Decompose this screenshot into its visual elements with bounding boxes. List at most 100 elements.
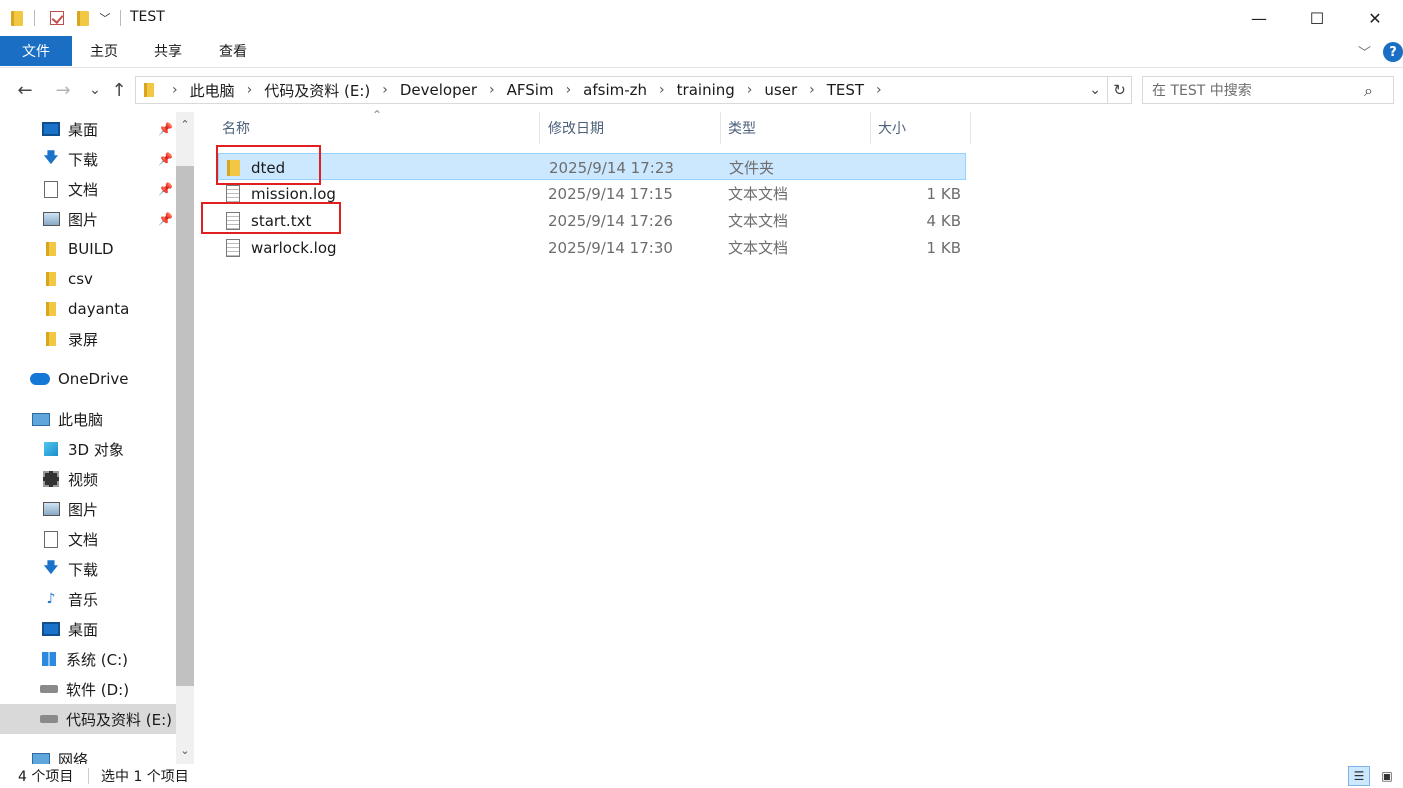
address-bar[interactable]: › 此电脑 › 代码及资料 (E:) › Developer › AFSim ›… — [135, 76, 1108, 104]
properties-icon[interactable] — [50, 9, 64, 27]
music-icon: ♪ — [46, 591, 56, 607]
sidebar-item-label: 录屏 — [68, 330, 99, 349]
divider — [88, 768, 89, 784]
sidebar-item-downloads[interactable]: 🡇 下载 📌 — [0, 144, 176, 174]
tab-view[interactable]: 查看 — [206, 36, 260, 66]
sidebar-item-3d-objects[interactable]: 3D 对象 — [0, 434, 176, 464]
refresh-button[interactable]: ↻ — [1108, 76, 1132, 104]
breadcrumb-separator[interactable]: › — [809, 82, 815, 98]
minimize-button[interactable]: — — [1230, 0, 1288, 36]
selection-count: 选中 1 个项目 — [101, 769, 189, 785]
breadcrumb-drive-e[interactable]: 代码及资料 (E:) — [264, 80, 370, 101]
breadcrumb-separator[interactable]: › — [489, 82, 495, 98]
sidebar-item-this-pc[interactable]: 此电脑 — [0, 404, 176, 434]
sidebar-item-label: 音乐 — [68, 590, 99, 609]
folder-icon — [42, 300, 60, 318]
file-row-warlock-log[interactable]: warlock.log 2025/9/14 17:30 文本文档 1 KB — [218, 234, 966, 261]
file-type: 文本文档 — [728, 239, 789, 257]
column-header-date[interactable]: 修改日期 — [540, 112, 720, 144]
sidebar-item-documents-pc[interactable]: 文档 — [0, 524, 176, 554]
folder-icon — [144, 83, 154, 97]
address-row: ← → ⌄ ↑ › 此电脑 › 代码及资料 (E:) › Developer ›… — [0, 70, 1403, 110]
network-icon — [32, 750, 50, 764]
maximize-button[interactable]: ☐ — [1288, 0, 1346, 36]
pin-icon[interactable]: 📌 — [158, 212, 173, 226]
sidebar-item-downloads-pc[interactable]: 🡇 下载 — [0, 554, 176, 584]
search-input[interactable]: 在 TEST 中搜索 — [1142, 76, 1394, 104]
sidebar-item-drive-c[interactable]: 系统 (C:) — [0, 644, 176, 674]
pin-icon[interactable]: 📌 — [158, 152, 173, 166]
details-view-button[interactable]: ☰ — [1348, 766, 1370, 786]
breadcrumb-separator[interactable]: › — [876, 82, 882, 98]
breadcrumb-separator[interactable]: › — [747, 82, 753, 98]
sidebar-item-network[interactable]: 网络 — [0, 744, 176, 764]
sidebar-item-desktop[interactable]: 桌面 📌 — [0, 114, 176, 144]
window-title: TEST — [130, 9, 165, 25]
tab-file[interactable]: 文件 — [0, 36, 72, 66]
navigation-pane[interactable]: 桌面 📌 🡇 下载 📌 文档 📌 图片 📌 BUILD csv dayanta … — [0, 112, 196, 764]
sidebar-item-dayanta[interactable]: dayanta — [0, 294, 176, 324]
breadcrumb-this-pc[interactable]: 此电脑 — [190, 80, 235, 101]
large-icons-view-button[interactable]: ▣ — [1376, 766, 1398, 786]
close-button[interactable]: ✕ — [1346, 0, 1403, 36]
drive-icon — [40, 680, 58, 698]
breadcrumb-test[interactable]: TEST — [827, 81, 864, 99]
expand-ribbon-icon[interactable]: ﹀ — [1358, 42, 1371, 61]
breadcrumb-user[interactable]: user — [764, 81, 797, 99]
up-button[interactable]: ↑ — [108, 78, 130, 102]
sidebar-item-build[interactable]: BUILD — [0, 234, 176, 264]
file-type: 文本文档 — [728, 212, 789, 230]
customize-quick-access-icon[interactable]: ﹀ — [98, 9, 112, 27]
breadcrumb-separator[interactable]: › — [659, 82, 665, 98]
pin-icon[interactable]: 📌 — [158, 122, 173, 136]
breadcrumb-separator[interactable]: › — [247, 82, 253, 98]
sidebar-item-desktop-pc[interactable]: 桌面 — [0, 614, 176, 644]
sidebar-item-pictures-pc[interactable]: 图片 — [0, 494, 176, 524]
breadcrumb-developer[interactable]: Developer — [400, 81, 477, 99]
scroll-down-button[interactable]: ⌄ — [176, 740, 194, 760]
tab-share[interactable]: 共享 — [142, 36, 194, 66]
forward-button[interactable]: → — [52, 78, 74, 102]
address-dropdown-icon[interactable]: ⌄ — [1089, 82, 1101, 98]
file-name: mission.log — [251, 184, 336, 203]
sidebar-item-music[interactable]: ♪ 音乐 — [0, 584, 176, 614]
sidebar-item-drive-d[interactable]: 软件 (D:) — [0, 674, 176, 704]
sidebar-item-label: 图片 — [68, 210, 99, 229]
new-folder-icon[interactable] — [76, 9, 90, 27]
sidebar-scrollbar-thumb[interactable] — [176, 166, 194, 686]
document-icon — [42, 180, 60, 198]
scroll-up-button[interactable]: ⌃ — [176, 114, 194, 134]
file-row-dted[interactable]: dted 2025/9/14 17:23 文件夹 — [218, 153, 966, 180]
desktop-icon — [42, 620, 60, 638]
pictures-icon — [42, 210, 60, 228]
sidebar-item-videos[interactable]: 视频 — [0, 464, 176, 494]
recent-locations-button[interactable]: ⌄ — [84, 78, 106, 102]
sidebar-item-documents[interactable]: 文档 📌 — [0, 174, 176, 204]
help-icon[interactable]: ? — [1383, 42, 1403, 62]
file-name: warlock.log — [251, 238, 337, 257]
column-header-size[interactable]: 大小 — [870, 112, 970, 144]
search-icon[interactable]: ⌕ — [1364, 81, 1373, 101]
text-file-icon — [226, 238, 240, 257]
breadcrumb-separator[interactable]: › — [382, 82, 388, 98]
column-header-name[interactable]: 名称 — [214, 112, 539, 144]
breadcrumb-afsim-zh[interactable]: afsim-zh — [583, 81, 647, 99]
column-divider[interactable] — [970, 112, 971, 144]
sidebar-item-csv[interactable]: csv — [0, 264, 176, 294]
onedrive-icon — [30, 370, 50, 388]
tab-home[interactable]: 主页 — [78, 36, 130, 66]
sidebar-item-drive-e[interactable]: 代码及资料 (E:) — [0, 704, 176, 734]
breadcrumb-afsim[interactable]: AFSim — [507, 81, 554, 99]
breadcrumb-training[interactable]: training — [677, 81, 735, 99]
folder-icon — [42, 270, 60, 288]
file-size — [819, 154, 962, 181]
back-button[interactable]: ← — [14, 78, 36, 102]
column-header-type[interactable]: 类型 — [720, 112, 870, 144]
sidebar-item-onedrive[interactable]: OneDrive — [0, 364, 176, 394]
divider — [120, 10, 121, 26]
breadcrumb-separator[interactable]: › — [566, 82, 572, 98]
sidebar-item-label: 软件 (D:) — [66, 680, 130, 699]
sidebar-item-recordings[interactable]: 录屏 — [0, 324, 176, 354]
pin-icon[interactable]: 📌 — [158, 182, 173, 196]
sidebar-item-pictures[interactable]: 图片 📌 — [0, 204, 176, 234]
